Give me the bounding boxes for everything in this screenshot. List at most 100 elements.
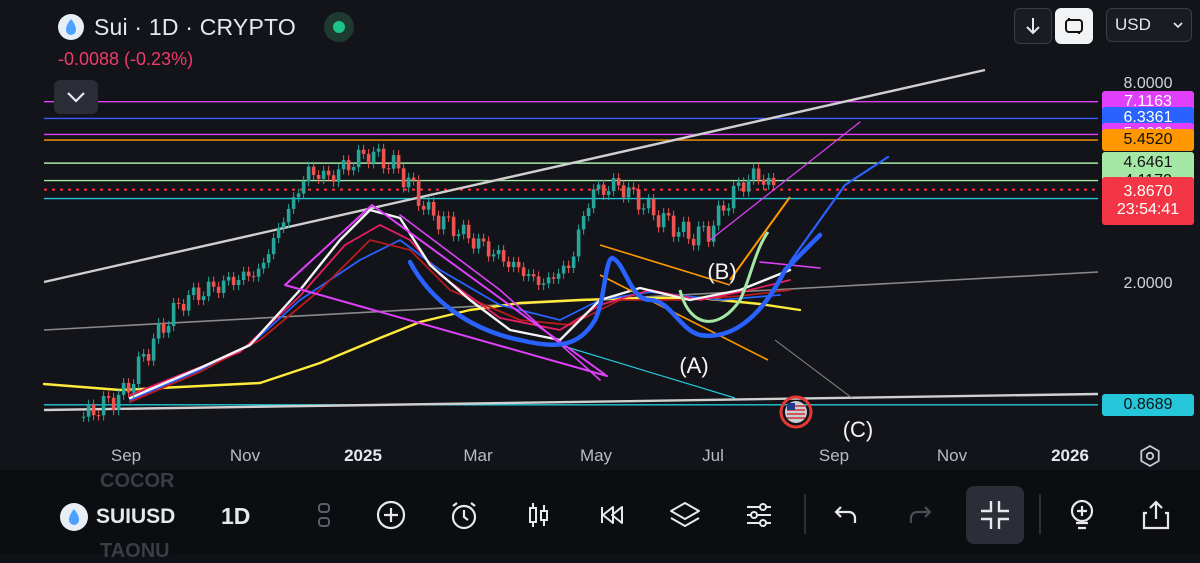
candle-body xyxy=(231,276,236,286)
candle-body xyxy=(721,205,726,211)
add-alert-icon xyxy=(1070,499,1094,530)
candle-body xyxy=(751,168,756,180)
candle-body xyxy=(676,232,681,237)
candle-body xyxy=(186,295,191,311)
sui-logo-icon xyxy=(58,14,84,40)
candle-body xyxy=(191,287,196,296)
chart-type-button[interactable] xyxy=(520,497,556,533)
candle-body xyxy=(516,261,521,268)
candle-body xyxy=(481,238,486,242)
cyan-ray xyxy=(559,344,736,399)
candle-body xyxy=(116,394,121,411)
replay-icon xyxy=(601,506,623,524)
wave-label-c: (C) xyxy=(843,417,874,442)
toolbar-divider xyxy=(804,494,806,534)
candle-body xyxy=(651,199,656,216)
candle-body xyxy=(326,170,331,176)
redo-button[interactable] xyxy=(902,497,938,533)
market-status-icon[interactable] xyxy=(323,12,354,42)
triangle-drawing xyxy=(284,204,608,377)
chart-settings-button[interactable] xyxy=(1138,444,1162,473)
currency-select[interactable]: USD xyxy=(1106,8,1192,42)
share-icon xyxy=(1142,500,1170,530)
candle-body xyxy=(96,415,101,417)
candle-body xyxy=(681,221,686,233)
add-symbol-button[interactable] xyxy=(373,497,409,533)
candle-body xyxy=(621,185,626,198)
price-scale-label: 5.4520 xyxy=(1102,129,1194,152)
candle-body xyxy=(396,155,401,169)
candle-body xyxy=(606,191,611,195)
candle-body xyxy=(756,168,761,180)
candle-body xyxy=(406,177,411,188)
candle-body xyxy=(486,241,491,257)
settings-icon xyxy=(1140,444,1160,468)
candle-body xyxy=(771,177,776,186)
symbol-chip-label: SUIUSD xyxy=(96,505,176,528)
indicators-button[interactable] xyxy=(741,497,777,533)
chart-area[interactable]: (A) (B) (C) xyxy=(0,0,1200,470)
candle-body xyxy=(206,281,211,297)
candle-body xyxy=(746,179,751,192)
candle-body xyxy=(276,227,281,239)
candle-body xyxy=(151,338,156,361)
candle-body xyxy=(401,168,406,188)
time-axis-label: Nov xyxy=(936,446,968,465)
candle-body xyxy=(416,180,421,206)
candle-body xyxy=(306,166,311,182)
candle-body xyxy=(636,189,641,210)
candle-body xyxy=(291,197,296,209)
time-axis-label: 2026 xyxy=(1051,446,1089,465)
candle-body xyxy=(666,213,671,216)
candle-body xyxy=(361,149,366,154)
candle-body xyxy=(81,416,86,418)
candle-body xyxy=(471,238,476,249)
symbol-chip[interactable]: SUIUSD xyxy=(60,503,175,531)
symbol-header[interactable]: Sui · 1D · CRYPTO xyxy=(58,12,354,42)
legend-toggle-button[interactable] xyxy=(54,80,98,114)
candle-body xyxy=(201,296,206,300)
candle-body xyxy=(671,215,676,237)
add-alert-button[interactable] xyxy=(1064,497,1100,533)
layout-toggle-button[interactable] xyxy=(1055,8,1093,44)
candle-body xyxy=(241,271,246,281)
price-change: -0.0088 (-0.23%) xyxy=(58,49,194,69)
candle-body xyxy=(146,353,151,361)
flag-canton xyxy=(787,403,795,410)
wave-label-b: (B) xyxy=(707,259,736,284)
candle-body xyxy=(541,283,546,285)
price-chart[interactable]: (A) (B) (C) xyxy=(0,0,1200,470)
drag-handle[interactable] xyxy=(306,497,342,533)
candle-body xyxy=(391,155,396,169)
candle-body xyxy=(421,205,426,210)
alert-button[interactable] xyxy=(446,497,482,533)
candle-body xyxy=(216,286,221,293)
candle-body xyxy=(711,225,716,242)
replay-button[interactable] xyxy=(594,497,630,533)
candle-body xyxy=(446,216,451,218)
price-scale-label: 0.8689 xyxy=(1102,393,1194,416)
time-axis-label: Jul xyxy=(702,446,724,465)
layers-button[interactable] xyxy=(667,497,703,533)
interval-button[interactable]: 1D xyxy=(221,503,250,530)
candle-body xyxy=(196,287,201,300)
candle-body xyxy=(546,277,551,284)
chevron-down-icon xyxy=(1173,21,1183,28)
share-button[interactable] xyxy=(1138,497,1174,533)
candle-body xyxy=(106,396,111,398)
candle-body xyxy=(501,250,506,262)
candle-body xyxy=(121,382,126,395)
candle-body xyxy=(386,168,391,170)
candle-body xyxy=(701,226,706,228)
candle-body xyxy=(221,280,226,293)
candle-body xyxy=(431,201,436,216)
undo-button[interactable] xyxy=(828,497,864,533)
candle-body xyxy=(531,274,536,277)
candle-body xyxy=(556,273,561,279)
candle-body xyxy=(251,276,256,278)
fullscreen-button[interactable] xyxy=(966,486,1024,544)
drag-handle-icon xyxy=(318,503,330,527)
scroll-to-latest-button[interactable] xyxy=(1014,8,1052,44)
undo-icon xyxy=(834,506,857,523)
collapse-icon xyxy=(981,501,1009,529)
